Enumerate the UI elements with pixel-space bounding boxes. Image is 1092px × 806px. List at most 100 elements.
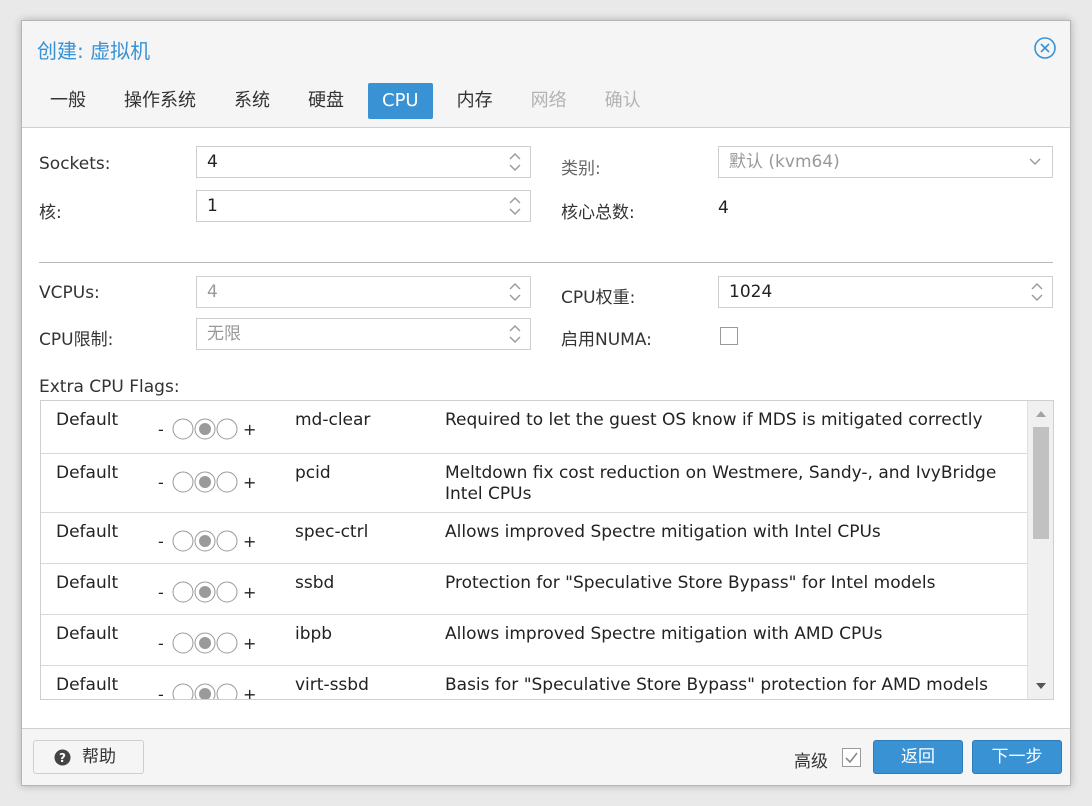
cpu-type-value: 默认 (kvm64) [729,152,840,172]
wizard-tabs: 一般 操作系统 系统 硬盘 CPU 内存 网络 确认 [36,83,665,121]
vcpus-value: 4 [207,282,218,302]
flag-state: Default [56,675,119,695]
flag-name: ibpb [295,624,333,644]
flag-description: Allows improved Spectre mitigation with … [445,624,883,644]
total-cores-label: 核心总数: [561,203,635,223]
flag-name: virt-ssbd [295,675,369,695]
flag-name: spec-ctrl [295,522,369,542]
tab-confirm: 确认 [604,90,641,111]
scroll-thumb[interactable] [1033,427,1049,539]
help-button-label: 帮助 [82,747,116,767]
sockets-input[interactable]: 4 [196,146,531,178]
radio-off-icon [172,581,194,603]
flag-state: Default [56,463,119,483]
tab-cpu[interactable]: CPU [368,83,433,119]
cores-value: 1 [207,196,218,216]
spinner-icon[interactable] [508,322,522,346]
flag-name: ssbd [295,573,335,593]
radio-dot-icon [199,476,211,488]
radio-dot-icon [199,586,211,598]
spinner-icon[interactable] [508,150,522,174]
tristate-toggle[interactable]: - + [158,527,268,553]
minus-label: - [158,685,164,700]
table-row: Default - + ibpb Allows improved Spectre… [41,615,1027,666]
cpu-limit-label: CPU限制: [39,330,114,350]
spinner-icon[interactable] [508,194,522,218]
flag-description: Basis for "Speculative Store Bypass" pro… [445,675,988,695]
table-row: Default - + pcid Meltdown fix cost reduc… [41,454,1027,513]
cores-input[interactable]: 1 [196,190,531,222]
plus-label: + [243,685,256,700]
flag-state: Default [56,522,119,542]
cores-label: 核: [39,203,62,223]
radio-on-icon [216,683,238,699]
minus-label: - [158,532,164,551]
tristate-toggle[interactable]: - + [158,415,268,441]
tristate-toggle[interactable]: - + [158,629,268,655]
create-vm-dialog: 创建: 虚拟机 一般 操作系统 系统 硬盘 CPU 内存 网络 确认 Socke… [21,20,1071,786]
tab-network: 网络 [530,90,567,111]
dialog-title: 创建: 虚拟机 [37,39,151,63]
flags-scrollbar[interactable] [1027,401,1053,699]
radio-on-icon [216,471,238,493]
dialog-titlebar: 创建: 虚拟机 [22,21,1070,79]
chevron-down-icon [1029,158,1041,165]
tab-disk[interactable]: 硬盘 [294,83,358,119]
minus-label: - [158,420,164,439]
tab-os[interactable]: 操作系统 [110,83,210,119]
radio-dot-icon [199,535,211,547]
advanced-checkbox[interactable] [842,748,861,767]
cpu-limit-value: 无限 [207,324,241,344]
extra-flags-label: Extra CPU Flags: [39,377,180,397]
minus-label: - [158,473,164,492]
svg-text:?: ? [59,751,66,765]
advanced-label: 高级 [794,752,828,772]
vcpus-input[interactable]: 4 [196,276,531,308]
radio-off-icon [172,632,194,654]
back-button[interactable]: 返回 [873,740,963,774]
tab-general[interactable]: 一般 [36,83,100,119]
table-row: Default - + ssbd Protection for "Specula… [41,564,1027,615]
cpu-units-label: CPU权重: [561,288,636,308]
cpu-units-input[interactable]: 1024 [718,276,1053,308]
radio-off-icon [172,418,194,440]
cpu-flags-grid: Default - + md-clear Required to let the… [40,400,1054,700]
plus-label: + [243,583,256,602]
cpu-type-select[interactable]: 默认 (kvm64) [718,146,1053,178]
numa-checkbox[interactable] [720,327,738,345]
flag-description: Meltdown fix cost reduction on Westmere,… [445,463,997,504]
numa-label: 启用NUMA: [561,330,652,350]
radio-off-icon [172,530,194,552]
cpu-limit-input[interactable]: 无限 [196,318,531,350]
tristate-toggle[interactable]: - + [158,468,268,494]
radio-dot-icon [199,423,211,435]
flag-description: Protection for "Speculative Store Bypass… [445,573,936,593]
tab-system[interactable]: 系统 [220,83,284,119]
spinner-icon[interactable] [508,280,522,304]
scroll-up-icon[interactable] [1035,410,1047,418]
vcpus-label: VCPUs: [39,283,100,303]
radio-on-icon [216,418,238,440]
table-row: Default - + spec-ctrl Allows improved Sp… [41,513,1027,564]
close-circle-icon[interactable] [1034,37,1056,59]
next-button[interactable]: 下一步 [972,740,1062,774]
flag-name: md-clear [295,410,371,430]
plus-label: + [243,634,256,653]
tab-memory[interactable]: 内存 [443,83,507,119]
sockets-value: 4 [207,152,218,172]
question-circle-icon: ? [54,749,71,766]
radio-off-icon [172,683,194,699]
radio-on-icon [216,632,238,654]
type-label: 类别: [561,159,601,179]
minus-label: - [158,634,164,653]
total-cores-value: 4 [718,198,729,218]
scroll-down-icon[interactable] [1035,682,1047,690]
tristate-toggle[interactable]: - + [158,680,268,700]
spinner-icon[interactable] [1030,280,1044,304]
help-button[interactable]: ? 帮助 [33,740,144,774]
flag-description: Required to let the guest OS know if MDS… [445,410,983,430]
sockets-label: Sockets: [39,154,111,174]
tristate-toggle[interactable]: - + [158,578,268,604]
table-row: Default - + md-clear Required to let the… [41,401,1027,454]
table-row: Default - + virt-ssbd Basis for "Specula… [41,666,1027,700]
